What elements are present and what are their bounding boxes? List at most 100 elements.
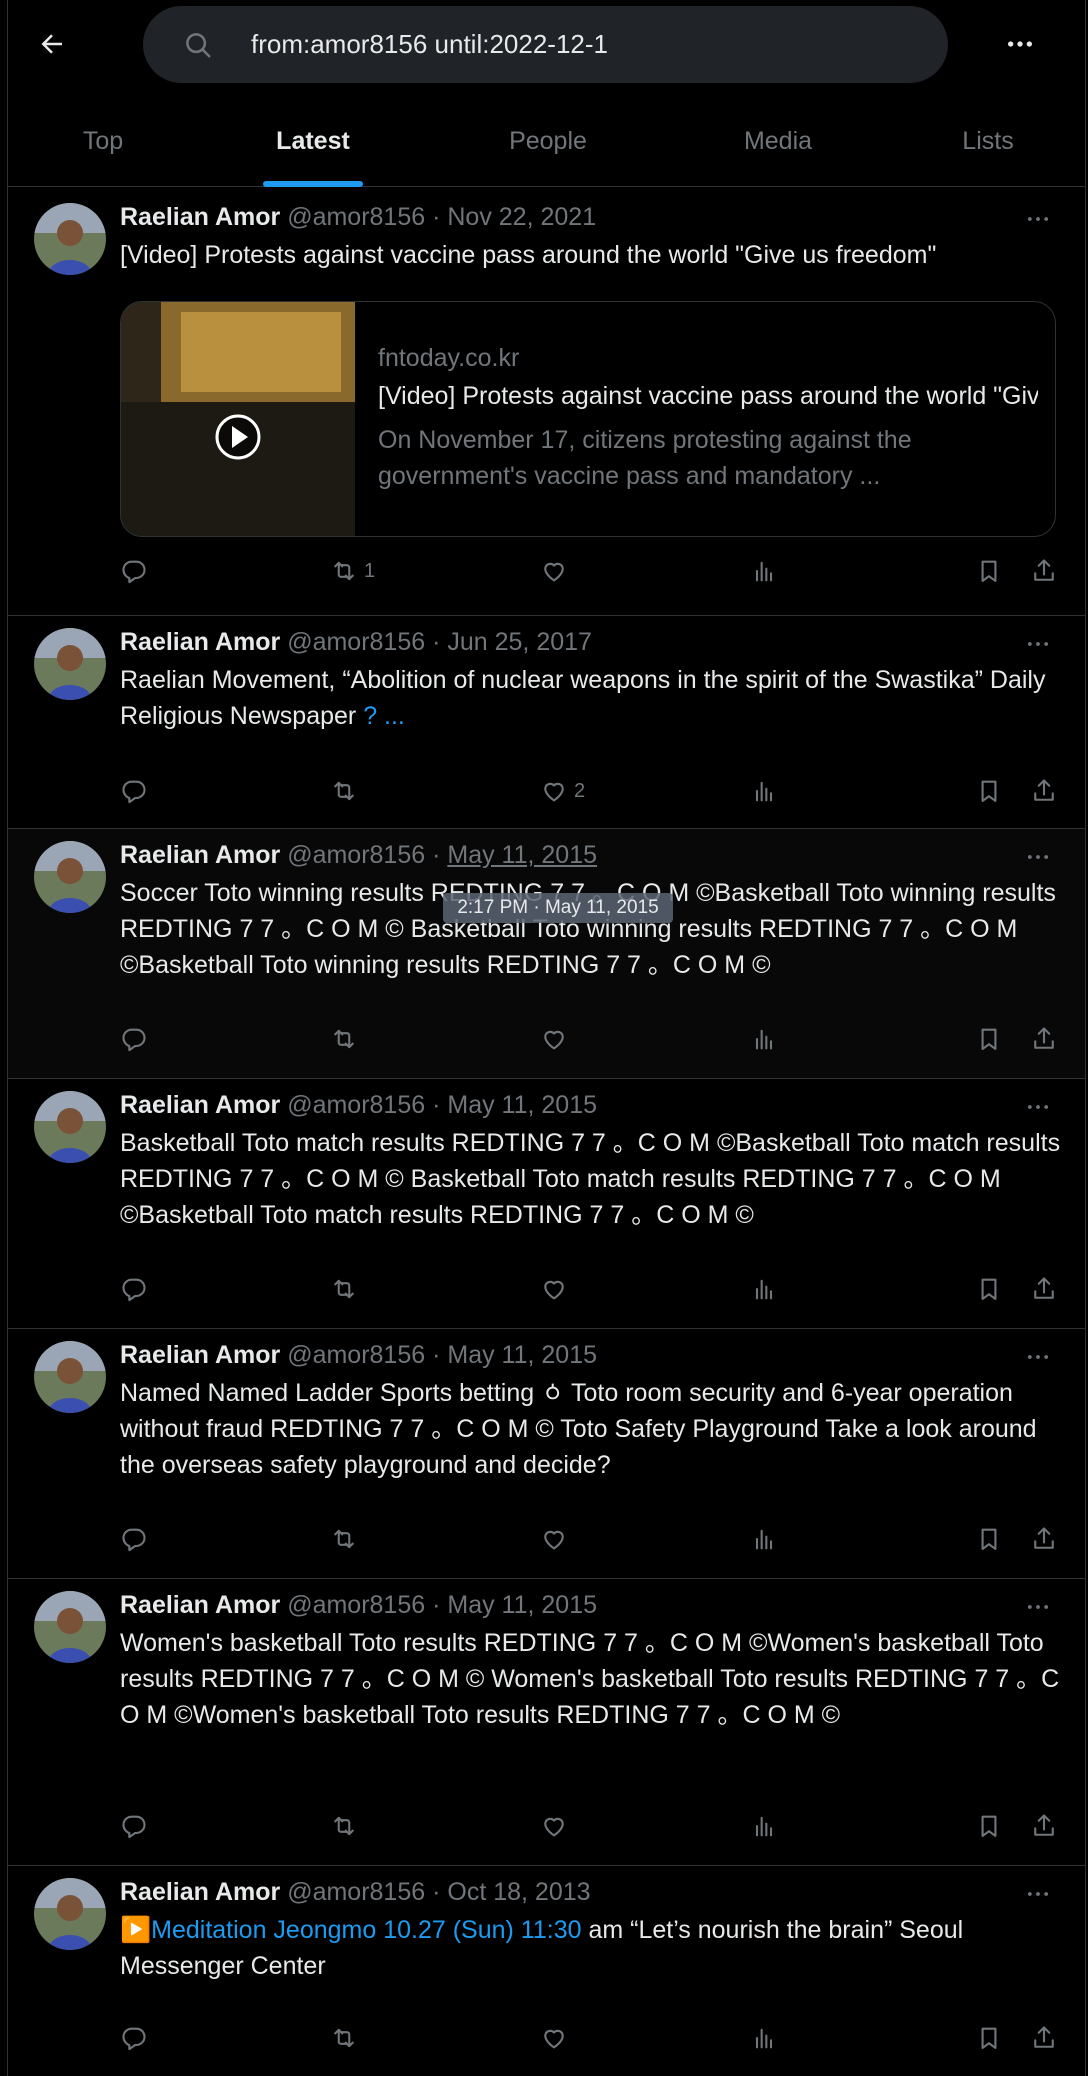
tweet-more-button[interactable] — [1018, 1878, 1058, 1910]
author-handle[interactable]: @amor8156 — [287, 203, 425, 231]
avatar[interactable] — [34, 1591, 106, 1663]
separator: · — [432, 1878, 441, 1906]
author-name[interactable]: Raelian Amor — [120, 1878, 280, 1906]
tab-media[interactable]: Media — [668, 96, 888, 186]
author-name[interactable]: Raelian Amor — [120, 203, 280, 231]
like-button[interactable] — [540, 1019, 568, 1059]
analytics-button[interactable] — [750, 771, 778, 811]
tab-people[interactable]: People — [428, 96, 668, 186]
avatar[interactable] — [34, 203, 106, 275]
avatar[interactable] — [34, 1341, 106, 1413]
tab-latest[interactable]: Latest — [198, 96, 428, 186]
tweet[interactable]: Raelian Amor @amor8156 · May 11, 2015 Ba… — [8, 1079, 1085, 1329]
avatar[interactable] — [34, 628, 106, 700]
retweet-button[interactable] — [330, 1019, 358, 1059]
tweet-more-button[interactable] — [1018, 1591, 1058, 1623]
author-name[interactable]: Raelian Amor — [120, 1591, 280, 1619]
share-button[interactable] — [1030, 551, 1058, 591]
author-handle[interactable]: @amor8156 — [287, 1091, 425, 1119]
tab-lists[interactable]: Lists — [888, 96, 1088, 186]
tweet-more-button[interactable] — [1018, 1341, 1058, 1373]
share-button[interactable] — [1030, 1806, 1058, 1846]
link-card[interactable]: fntoday.co.kr [Video] Protests against v… — [120, 301, 1056, 537]
retweet-button[interactable] — [330, 771, 358, 811]
retweet-button[interactable] — [330, 1269, 358, 1309]
bookmark-button[interactable] — [975, 551, 1003, 591]
author-handle[interactable]: @amor8156 — [287, 1341, 425, 1369]
reply-button[interactable] — [120, 1019, 148, 1059]
share-button[interactable] — [1030, 1269, 1058, 1309]
author-name[interactable]: Raelian Amor — [120, 1091, 280, 1119]
search-box[interactable] — [143, 6, 948, 83]
tweet-date[interactable]: May 11, 2015 — [447, 841, 597, 869]
tweet-date[interactable]: May 11, 2015 — [447, 1591, 597, 1619]
tweet-link[interactable]: ? ... — [363, 702, 405, 730]
analytics-icon — [755, 781, 773, 802]
tweet[interactable]: Raelian Amor @amor8156 · Nov 22, 2021 [V… — [8, 191, 1085, 616]
author-name[interactable]: Raelian Amor — [120, 1341, 280, 1369]
analytics-button[interactable] — [750, 1519, 778, 1559]
bookmark-button[interactable] — [975, 1269, 1003, 1309]
analytics-button[interactable] — [750, 2018, 778, 2058]
bookmark-button[interactable] — [975, 1806, 1003, 1846]
like-button[interactable] — [540, 551, 568, 591]
like-button[interactable] — [540, 1269, 568, 1309]
tweet-date[interactable]: Oct 18, 2013 — [447, 1878, 590, 1906]
more-options-button[interactable] — [998, 22, 1042, 66]
tweet[interactable]: Raelian Amor @amor8156 · May 11, 2015 So… — [8, 829, 1085, 1079]
author-handle[interactable]: @amor8156 — [287, 1591, 425, 1619]
card-title: [Video] Protests against vaccine pass ar… — [378, 382, 1038, 410]
search-input[interactable] — [251, 6, 911, 83]
tweet-link[interactable]: ▶️Meditation Jeongmo 10.27 (Sun) 11:30 — [120, 1916, 582, 1944]
reply-button[interactable] — [120, 2018, 148, 2058]
reply-button[interactable] — [120, 771, 148, 811]
analytics-button[interactable] — [750, 551, 778, 591]
video-thumbnail[interactable] — [121, 302, 355, 536]
tweet[interactable]: Raelian Amor @amor8156 · Jun 25, 2017 Ra… — [8, 616, 1085, 829]
bookmark-button[interactable] — [975, 1519, 1003, 1559]
retweet-button[interactable]: 1 — [330, 551, 375, 591]
back-button[interactable] — [30, 22, 74, 66]
tweet[interactable]: Raelian Amor @amor8156 · May 11, 2015 Na… — [8, 1329, 1085, 1579]
tweet-date[interactable]: Nov 22, 2021 — [447, 203, 596, 231]
retweet-button[interactable] — [330, 1806, 358, 1846]
tweet-date[interactable]: Jun 25, 2017 — [447, 628, 592, 656]
bookmark-button[interactable] — [975, 1019, 1003, 1059]
reply-button[interactable] — [120, 551, 148, 591]
analytics-button[interactable] — [750, 1269, 778, 1309]
author-handle[interactable]: @amor8156 — [287, 1878, 425, 1906]
reply-button[interactable] — [120, 1269, 148, 1309]
author-name[interactable]: Raelian Amor — [120, 841, 280, 869]
retweet-button[interactable] — [330, 1519, 358, 1559]
analytics-button[interactable] — [750, 1806, 778, 1846]
tweet-date[interactable]: May 11, 2015 — [447, 1341, 597, 1369]
analytics-button[interactable] — [750, 1019, 778, 1059]
tweet-date[interactable]: May 11, 2015 — [447, 1091, 597, 1119]
like-button[interactable]: 2 — [540, 771, 585, 811]
share-button[interactable] — [1030, 2018, 1058, 2058]
avatar[interactable] — [34, 1878, 106, 1950]
like-button[interactable] — [540, 2018, 568, 2058]
like-button[interactable] — [540, 1519, 568, 1559]
avatar[interactable] — [34, 841, 106, 913]
author-handle[interactable]: @amor8156 — [287, 628, 425, 656]
tweet[interactable]: Raelian Amor @amor8156 · Oct 18, 2013 ▶️… — [8, 1866, 1085, 2076]
bookmark-button[interactable] — [975, 771, 1003, 811]
tweet[interactable]: Raelian Amor @amor8156 · May 11, 2015 Wo… — [8, 1579, 1085, 1866]
share-button[interactable] — [1030, 771, 1058, 811]
tweet-more-button[interactable] — [1018, 1091, 1058, 1123]
tweet-more-button[interactable] — [1018, 628, 1058, 660]
author-name[interactable]: Raelian Amor — [120, 628, 280, 656]
share-button[interactable] — [1030, 1519, 1058, 1559]
author-handle[interactable]: @amor8156 — [287, 841, 425, 869]
tweet-more-button[interactable] — [1018, 841, 1058, 873]
reply-button[interactable] — [120, 1519, 148, 1559]
avatar[interactable] — [34, 1091, 106, 1163]
reply-button[interactable] — [120, 1806, 148, 1846]
like-button[interactable] — [540, 1806, 568, 1846]
tweet-more-button[interactable] — [1018, 203, 1058, 235]
tab-top[interactable]: Top — [8, 96, 198, 186]
bookmark-button[interactable] — [975, 2018, 1003, 2058]
share-button[interactable] — [1030, 1019, 1058, 1059]
retweet-button[interactable] — [330, 2018, 358, 2058]
